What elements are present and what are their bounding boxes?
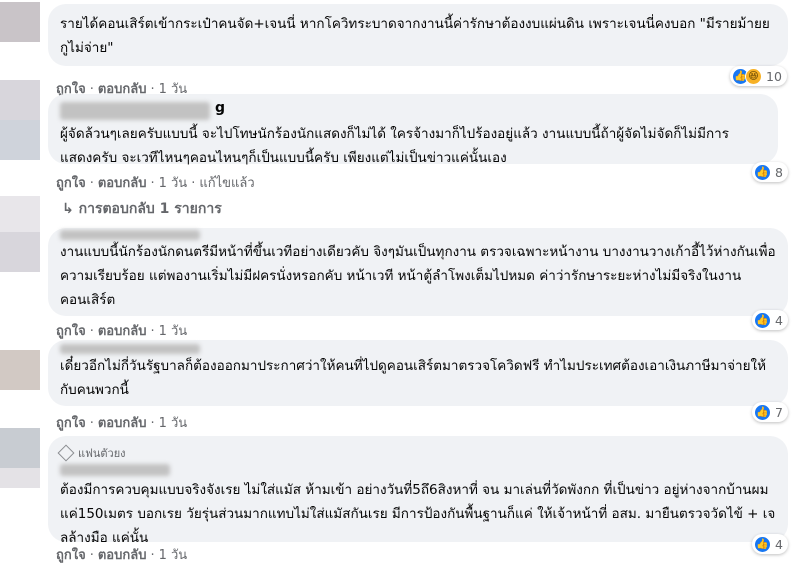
author-name[interactable] <box>60 464 776 478</box>
reaction-summary[interactable]: 👍 😆 10 <box>730 66 787 86</box>
comment-actions: ถูกใจ · ตอบกลับ · 1 วัน · แก้ไขแล้ว <box>56 172 255 193</box>
diamond-icon <box>57 444 75 462</box>
separator-dot: · <box>150 548 155 563</box>
reply-link[interactable]: ตอบกลับ <box>98 324 147 339</box>
like-icon: 👍 <box>754 311 771 329</box>
reply-link[interactable]: ตอบกลับ <box>98 416 147 431</box>
separator-dot: · <box>89 324 94 339</box>
avatar[interactable] <box>0 232 40 272</box>
replies-label: การตอบกลับ 1 รายการ <box>78 201 222 217</box>
comment-text: เดี๋ยวอีกไม่กี่วันรัฐบาลก็ต้องออกมาประกา… <box>60 358 767 398</box>
avatar[interactable] <box>0 120 40 160</box>
like-link[interactable]: ถูกใจ <box>56 324 86 339</box>
like-link[interactable]: ถูกใจ <box>56 548 86 563</box>
comment-text: รายได้คอนเสิร์ตเข้ากระเป๋าคนจัด+เจนนี่ ห… <box>60 16 775 56</box>
timestamp[interactable]: 1 วัน <box>159 176 188 191</box>
name-redacted <box>60 102 210 120</box>
author-name[interactable] <box>60 344 776 354</box>
author-name[interactable] <box>60 230 776 240</box>
comment-bubble: รายได้คอนเสิร์ตเข้ากระเป๋าคนจัด+เจนนี่ ห… <box>48 4 788 66</box>
comment-bubble: แฟนตัวยง ต้องมีการควบคุมแบบจริงจังเรย ไม… <box>48 436 788 546</box>
separator-dot: · <box>191 176 196 191</box>
reaction-summary[interactable]: 👍 8 <box>752 162 788 182</box>
author-name[interactable]: g <box>60 100 766 120</box>
timestamp[interactable]: 1 วัน <box>159 324 188 339</box>
reaction-summary[interactable]: 👍 4 <box>752 534 788 554</box>
comment-text: ผู้จัดล้วนๆเลยครับแบบนี้ จะไปโทษนักร้องน… <box>60 126 729 166</box>
timestamp[interactable]: 1 วัน <box>159 416 188 431</box>
comment-actions: ถูกใจ · ตอบกลับ · 1 วัน <box>56 544 187 565</box>
reaction-summary[interactable]: 👍 4 <box>752 310 788 330</box>
separator-dot: · <box>150 176 155 191</box>
reaction-count: 4 <box>775 536 783 552</box>
avatar[interactable] <box>0 468 40 488</box>
reply-link[interactable]: ตอบกลับ <box>98 548 147 563</box>
reaction-summary[interactable]: 👍 7 <box>752 402 788 422</box>
avatar[interactable] <box>0 196 40 236</box>
view-replies-link[interactable]: ↳ การตอบกลับ 1 รายการ <box>62 198 222 220</box>
timestamp[interactable]: 1 วัน <box>159 548 188 563</box>
name-redacted <box>60 464 170 476</box>
comment-bubble: งานแบบนี้นักร้องนักดนตรีมีหน้าที่ขึ้นเวท… <box>48 228 788 316</box>
reaction-count: 7 <box>775 404 783 420</box>
avatar[interactable] <box>0 80 40 120</box>
reaction-count: 4 <box>775 312 783 328</box>
comment-bubble: เดี๋ยวอีกไม่กี่วันรัฐบาลก็ต้องออกมาประกา… <box>48 340 788 406</box>
reaction-count: 10 <box>766 68 782 84</box>
like-link[interactable]: ถูกใจ <box>56 416 86 431</box>
comment-actions: ถูกใจ · ตอบกลับ · 1 วัน <box>56 412 187 433</box>
comment-bubble: g ผู้จัดล้วนๆเลยครับแบบนี้ จะไปโทษนักร้อ… <box>48 94 778 166</box>
comment-text: ต้องมีการควบคุมแบบจริงจังเรย ไม่ใส่แมัส … <box>60 482 776 546</box>
fan-badge-label: แฟนตัวยง <box>78 447 126 460</box>
name-redacted <box>60 344 200 354</box>
name-redacted <box>60 230 200 240</box>
edited-label[interactable]: แก้ไขแล้ว <box>199 176 254 191</box>
like-icon: 👍 <box>754 535 771 553</box>
name-tail: g <box>215 100 226 116</box>
like-icon: 👍 <box>754 403 771 421</box>
separator-dot: · <box>150 324 155 339</box>
separator-dot: · <box>89 548 94 563</box>
avatar[interactable] <box>0 428 40 468</box>
comment-actions: ถูกใจ · ตอบกลับ · 1 วัน <box>56 320 187 341</box>
separator-dot: · <box>89 416 94 431</box>
separator-dot: · <box>89 176 94 191</box>
reaction-count: 8 <box>775 164 783 180</box>
avatar[interactable] <box>0 2 40 42</box>
like-icon: 👍 <box>754 163 771 181</box>
haha-icon: 😆 <box>745 67 762 85</box>
reply-link[interactable]: ตอบกลับ <box>98 176 147 191</box>
reply-arrow-icon: ↳ <box>62 201 74 217</box>
avatar[interactable] <box>0 350 40 390</box>
separator-dot: · <box>150 416 155 431</box>
fan-badge[interactable]: แฟนตัวยง <box>57 444 776 462</box>
like-link[interactable]: ถูกใจ <box>56 176 86 191</box>
comment-text: งานแบบนี้นักร้องนักดนตรีมีหน้าที่ขึ้นเวท… <box>60 244 776 308</box>
